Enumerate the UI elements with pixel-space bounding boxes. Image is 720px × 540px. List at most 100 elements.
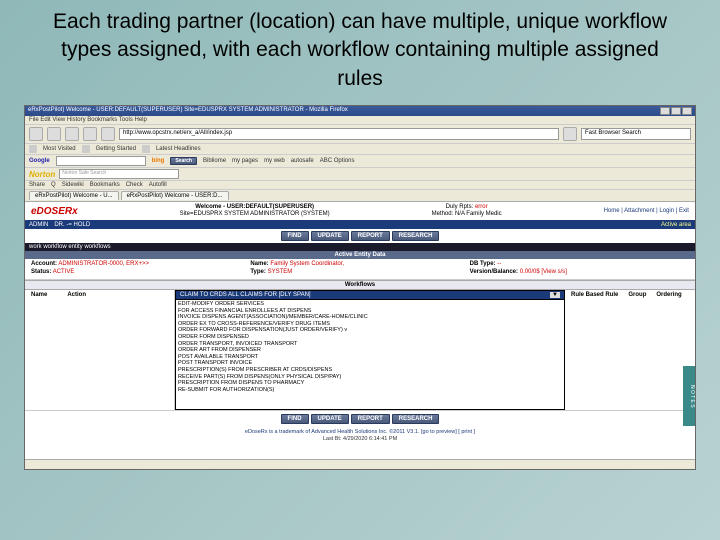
list-item[interactable]: RE-SUBMIT FOR AUTHORIZATION(S)	[178, 387, 562, 394]
search-toolbar: Google bing Search Bibliome my pages my …	[25, 155, 695, 168]
method-label: Method:	[432, 211, 454, 217]
go-button[interactable]	[563, 127, 577, 141]
report-button[interactable]: REPORT	[351, 231, 390, 241]
list-item[interactable]: ORDER TRANSPORT, INVOICED TRANSPORT	[178, 341, 562, 348]
list-item[interactable]: PRESCRIPTION FROM DISPENS TO PHARMACY	[178, 380, 562, 387]
bookmark-latest-headlines[interactable]: Latest Headlines	[156, 146, 201, 152]
nav-item[interactable]: DR. -= HOLD	[54, 222, 90, 228]
notes-side-tab[interactable]: N O T E S	[683, 366, 695, 426]
close-button[interactable]	[682, 107, 692, 115]
toolbar-item[interactable]: autosafe	[291, 158, 314, 164]
rss-icon	[142, 145, 150, 153]
back-button[interactable]	[29, 127, 43, 141]
dbtype-label: DB Type:	[470, 261, 496, 267]
minimize-button[interactable]	[660, 107, 670, 115]
workflows-section: Workflows Name Action CLAIM TO CRDS ALL …	[25, 280, 695, 410]
norton-toolbar: Norton Norton Safe Search	[25, 168, 695, 181]
table-right-cols: Rule Based Rule Group Ordering	[565, 290, 695, 410]
research-button[interactable]: RESEARCH	[392, 231, 440, 241]
list-item[interactable]: ORDER FORWARD FOR DISPENSATION(JUST ORDE…	[178, 327, 562, 334]
update-button[interactable]: UPDATE	[311, 414, 349, 424]
list-item[interactable]: ORDER ART FROM DISPENSER	[178, 347, 562, 354]
list-item[interactable]: ORDER EX TO CROSS-REFERENCE/VERIFY DRUG …	[178, 321, 562, 328]
toolbar-item[interactable]: Check	[126, 182, 143, 188]
browser-menubar[interactable]: File Edit View History Bookmarks Tools H…	[25, 116, 695, 125]
slide-title: Each trading partner (location) can have…	[0, 0, 720, 101]
norton-search-input[interactable]: Norton Safe Search	[59, 169, 179, 179]
chevron-down-icon[interactable]: ▼	[550, 292, 560, 298]
list-item[interactable]: RECEIVE PART(S) FROM DISPENS(ONLY PHYSIC…	[178, 374, 562, 381]
toolbar-item[interactable]: Share	[29, 182, 45, 188]
bing-logo: bing	[152, 158, 165, 164]
toolbar-item[interactable]: my web	[264, 158, 285, 164]
toolbar-item[interactable]: Autofill	[149, 182, 167, 188]
bookmark-getting-started[interactable]: Getting Started	[96, 146, 136, 152]
dbtype-value: --	[497, 261, 501, 267]
toolbar-item[interactable]: ABC Options	[320, 158, 355, 164]
browser-navbar: http://www.opcstrx.net/erx_a/All/index.j…	[25, 125, 695, 144]
browser-search-input[interactable]: Fast Browser Search	[581, 128, 691, 140]
toolbar-item[interactable]: Bookmarks	[90, 182, 120, 188]
window-title: eRxPostPilot) Welcome - USER:DEFAULT(SUP…	[28, 107, 348, 115]
research-button[interactable]: RESEARCH	[392, 414, 440, 424]
col-group: Group	[628, 292, 646, 298]
dropdown-listbox[interactable]: EDIT-MODIFY ORDER SERVICES FOR ACCESS FI…	[175, 300, 565, 410]
entity-section-title: Active Entity Data	[25, 251, 695, 259]
header-links[interactable]: Home | Attachment | Login | Exit	[604, 208, 689, 214]
toolbar-item[interactable]: Bibliome	[203, 158, 226, 164]
col-ordering: Ordering	[656, 292, 681, 298]
toolbar-item[interactable]: Sidewiki	[62, 182, 84, 188]
find-button[interactable]: FIND	[281, 231, 309, 241]
button-row-top: FIND UPDATE REPORT RESEARCH	[25, 229, 695, 243]
list-item[interactable]: INVOICE DISPENS AGENT(ASSOCIATION)/MEMBE…	[178, 314, 562, 321]
workflows-title: Workflows	[25, 280, 695, 290]
update-button[interactable]: UPDATE	[311, 231, 349, 241]
reload-button[interactable]	[65, 127, 79, 141]
browser-tab[interactable]: eRxPostPilot) Welcome - U...	[29, 191, 119, 200]
duly-block: Duly Rpts: error Method: N/A Family Medi…	[432, 204, 502, 218]
list-item[interactable]: FOR ACCESS FINANCIAL ENROLLEES AT DISPEN…	[178, 308, 562, 315]
footer-line1: eDoseRx is a trademark of Advanced Healt…	[245, 429, 475, 435]
list-item[interactable]: POST TRANSPORT INVOICE	[178, 360, 562, 367]
url-input[interactable]: http://www.opcstrx.net/erx_a/All/index.j…	[119, 128, 559, 140]
welcome-line: Welcome - USER:DEFAULT(SUPERUSER)	[195, 204, 314, 210]
stop-button[interactable]	[83, 127, 97, 141]
list-item[interactable]: ORDER FORM DISPENSED	[178, 334, 562, 341]
google-search-input[interactable]	[56, 156, 146, 166]
browser-tabs: eRxPostPilot) Welcome - U... eRxPostPilo…	[25, 190, 695, 202]
duly-label: Duly Rpts:	[446, 204, 475, 210]
extra-toolbar: Share Q Sidewiki Bookmarks Check Autofil…	[25, 181, 695, 190]
list-item[interactable]: POST AVAILABLE TRANSPORT	[178, 354, 562, 361]
workflow-dropdown[interactable]: CLAIM TO CRDS ALL CLAIMS FOR [DLY SPAN] …	[175, 290, 565, 410]
workflow-path: work workflow entity workflows	[25, 243, 695, 251]
toolbar-item[interactable]: my pages	[232, 158, 258, 164]
app-logo: eDOSERx	[31, 206, 78, 217]
duly-value: error	[475, 204, 488, 210]
report-button[interactable]: REPORT	[351, 414, 390, 424]
browser-window: eRxPostPilot) Welcome - USER:DEFAULT(SUP…	[24, 105, 696, 470]
bookmark-most-visited[interactable]: Most Visited	[43, 146, 76, 152]
list-item[interactable]: EDIT-MODIFY ORDER SERVICES	[178, 301, 562, 308]
version-label: Version/Balance:	[470, 269, 518, 275]
toolbar-item[interactable]: Q	[51, 182, 56, 188]
bookmark-icon	[29, 145, 37, 153]
home-button[interactable]	[101, 127, 115, 141]
forward-button[interactable]	[47, 127, 61, 141]
col-name: Name	[31, 292, 47, 298]
find-button[interactable]: FIND	[281, 414, 309, 424]
browser-tab[interactable]: eRxPostPilot) Welcome - USER:D...	[121, 191, 229, 200]
entity-data-row: Account: ADMINISTRATOR-0000, ERX+>> Stat…	[25, 259, 695, 280]
welcome-block: Welcome - USER:DEFAULT(SUPERUSER) Site=E…	[180, 204, 330, 218]
dropdown-selected[interactable]: CLAIM TO CRDS ALL CLAIMS FOR [DLY SPAN] …	[175, 290, 565, 300]
maximize-button[interactable]	[671, 107, 681, 115]
search-button[interactable]: Search	[170, 157, 197, 165]
nav-item[interactable]: ADMIN	[29, 222, 48, 228]
site-line: Site=EDUSPRX SYSTEM ADMINISTRATOR (SYSTE…	[180, 211, 330, 217]
account-label: Account:	[31, 261, 57, 267]
list-item[interactable]: PRESCRIPTION(S) FROM PRESCRIBER AT CRDS/…	[178, 367, 562, 374]
type-label: Type:	[250, 269, 266, 275]
button-row-bottom: FIND UPDATE REPORT RESEARCH	[25, 410, 695, 427]
status-label: Status:	[31, 269, 51, 275]
window-titlebar: eRxPostPilot) Welcome - USER:DEFAULT(SUP…	[25, 106, 695, 116]
status-value: ACTIVE	[53, 269, 75, 275]
